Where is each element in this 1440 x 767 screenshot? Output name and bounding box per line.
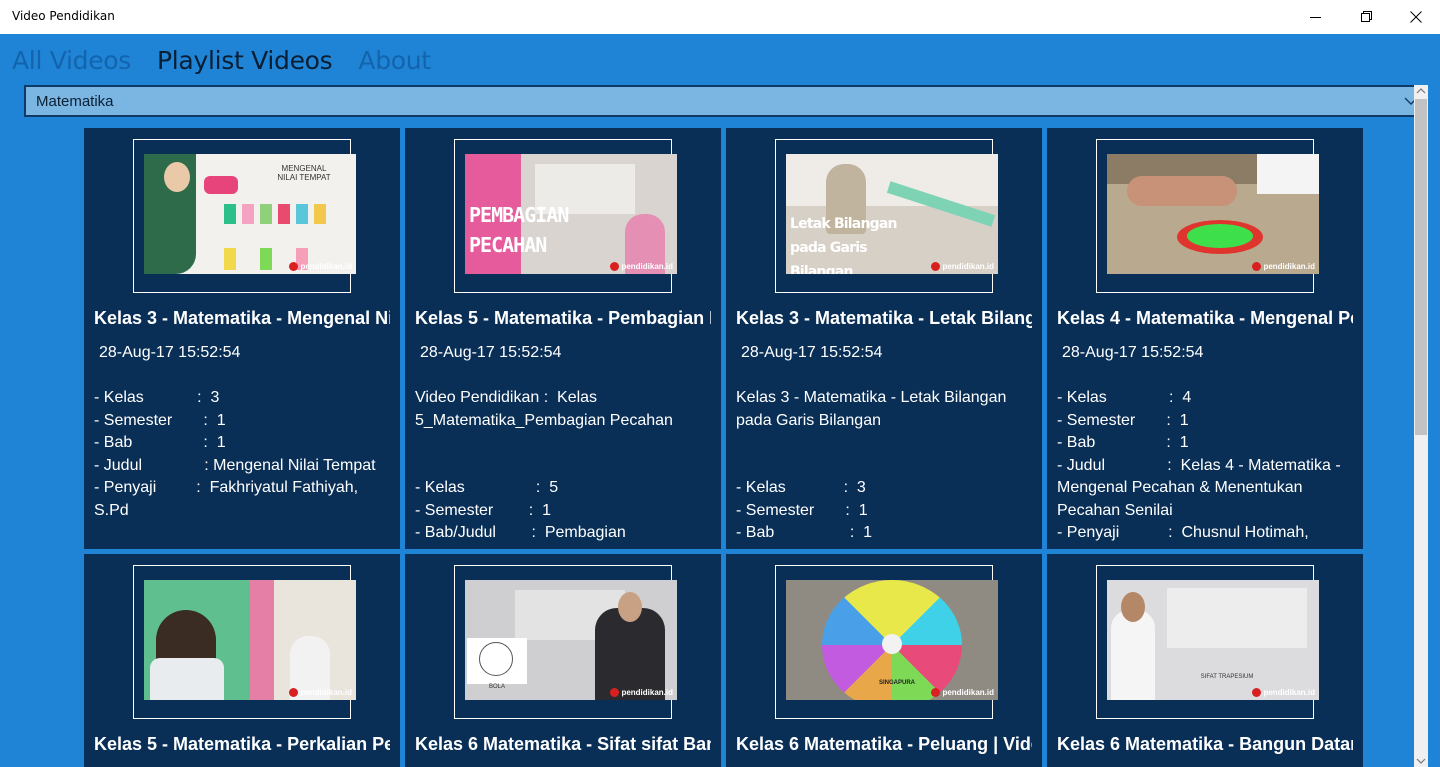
video-card[interactable]: Letak Bilangan pada Garis Bilangan pendi… <box>726 128 1042 549</box>
video-thumbnail: Letak Bilangan pada Garis Bilangan pendi… <box>786 154 998 274</box>
thumbnail-frame: pendidikan.id <box>1096 139 1319 293</box>
logo-icon <box>289 262 299 271</box>
thumbnail-caption: SIFAT TRAPESIUM <box>1200 674 1254 680</box>
video-title: Kelas 6 Matematika - Peluang | Video <box>736 734 1032 754</box>
video-thumbnail: PEMBAGIAN PECAHAN pendidikan.id <box>465 154 677 274</box>
video-card[interactable]: pendidikan.id Kelas 4 - Matematika - Men… <box>1047 128 1363 549</box>
thumbnail-caption: Letak Bilangan pada Garis Bilangan <box>790 216 897 274</box>
thumbnail-frame: MENGENAL NILAI TEMPAT pendidikan.id <box>133 139 356 293</box>
title-bar: Video Pendidikan <box>0 0 1440 34</box>
pendidikan-logo: pendidikan.id <box>610 262 673 271</box>
video-description: Video Pendidikan : Kelas 5_Matematika_Pe… <box>415 389 673 541</box>
video-title: Kelas 3 - Matematika - Mengenal Nilai Te… <box>94 308 390 328</box>
vertical-scrollbar[interactable] <box>1414 85 1428 767</box>
minimize-button[interactable] <box>1292 0 1340 34</box>
tab-about[interactable]: About <box>358 44 431 80</box>
scroll-down-icon[interactable] <box>1415 757 1427 765</box>
video-thumbnail: SINGAPURA pendidikan.id <box>786 580 998 700</box>
pendidikan-logo: pendidikan.id <box>610 688 673 697</box>
thumbnail-frame: SINGAPURA pendidikan.id <box>775 565 998 719</box>
close-button[interactable] <box>1392 0 1440 34</box>
thumbnail-caption: MENGENAL NILAI TEMPAT <box>277 164 331 182</box>
video-title: Kelas 5 - Matematika - Perkalian Pecahan <box>94 734 390 754</box>
video-description: - Kelas : 3 - Semester : 1 - Bab : 1 - J… <box>94 389 376 519</box>
video-date: 28-Aug-17 15:52:54 <box>741 344 883 361</box>
pendidikan-logo: pendidikan.id <box>1252 688 1315 697</box>
tab-playlist-videos[interactable]: Playlist Videos <box>157 44 333 80</box>
video-thumbnail: MENGENAL NILAI TEMPAT pendidikan.id <box>144 154 356 274</box>
logo-icon <box>1252 688 1262 697</box>
video-card[interactable]: PEMBAGIAN PECAHAN pendidikan.id Kelas 5 … <box>405 128 721 549</box>
playlist-dropdown[interactable]: Matematika <box>24 85 1424 117</box>
video-thumbnail: pendidikan.id <box>144 580 356 700</box>
video-thumbnail: pendidikan.id <box>1107 154 1319 274</box>
video-card[interactable]: MENGENAL NILAI TEMPAT pendidikan.id Kela… <box>84 128 400 549</box>
logo-icon <box>931 262 941 271</box>
pendidikan-logo: pendidikan.id <box>931 688 994 697</box>
window-title: Video Pendidikan <box>12 9 115 23</box>
video-description: - Kelas : 4 - Semester : 1 - Bab : 1 - J… <box>1057 389 1341 541</box>
video-title: Kelas 6 Matematika - Bangun Datar <box>1057 734 1353 754</box>
video-card[interactable]: BOLA pendidikan.id Kelas 6 Matematika - … <box>405 554 721 767</box>
thumbnail-frame: BOLA pendidikan.id <box>454 565 677 719</box>
close-icon <box>1410 11 1422 23</box>
pendidikan-logo: pendidikan.id <box>1252 262 1315 271</box>
logo-icon <box>1252 262 1262 271</box>
video-title: Kelas 3 - Matematika - Letak Bilangan pa… <box>736 308 1032 328</box>
scroll-up-icon[interactable] <box>1415 87 1427 95</box>
video-title: Kelas 6 Matematika - Sifat sifat Bangun … <box>415 734 711 754</box>
thumbnail-frame: pendidikan.id <box>133 565 356 719</box>
logo-icon <box>931 688 941 697</box>
video-title: Kelas 5 - Matematika - Pembagian Pecahan <box>415 308 711 328</box>
scrollbar-thumb[interactable] <box>1415 99 1427 435</box>
thumbnail-caption: PEMBAGIAN PECAHAN <box>469 203 569 257</box>
logo-icon <box>289 688 299 697</box>
logo-icon <box>610 262 620 271</box>
pendidikan-logo: pendidikan.id <box>289 688 352 697</box>
video-card[interactable]: SIFAT TRAPESIUM pendidikan.id Kelas 6 Ma… <box>1047 554 1363 767</box>
video-date: 28-Aug-17 15:52:54 <box>99 344 241 361</box>
tab-all-videos[interactable]: All Videos <box>12 44 131 80</box>
thumbnail-caption: SINGAPURA <box>878 680 915 686</box>
restore-button[interactable] <box>1343 0 1391 34</box>
video-description: Kelas 3 - Matematika - Letak Bilangan pa… <box>736 389 1007 541</box>
playlist-dropdown-value: Matematika <box>36 93 114 110</box>
thumbnail-frame: SIFAT TRAPESIUM pendidikan.id <box>1096 565 1319 719</box>
pivot-nav: All Videos Playlist Videos About <box>12 44 431 80</box>
logo-icon <box>610 688 620 697</box>
video-card[interactable]: pendidikan.id Kelas 5 - Matematika - Per… <box>84 554 400 767</box>
thumbnail-frame: Letak Bilangan pada Garis Bilangan pendi… <box>775 139 998 293</box>
video-thumbnail: BOLA pendidikan.id <box>465 580 677 700</box>
video-grid: MENGENAL NILAI TEMPAT pendidikan.id Kela… <box>84 128 1364 767</box>
pendidikan-logo: pendidikan.id <box>931 262 994 271</box>
video-date: 28-Aug-17 15:52:54 <box>1062 344 1204 361</box>
video-thumbnail: SIFAT TRAPESIUM pendidikan.id <box>1107 580 1319 700</box>
video-title: Kelas 4 - Matematika - Mengenal Pecahan <box>1057 308 1353 328</box>
video-card[interactable]: SINGAPURA pendidikan.id Kelas 6 Matemati… <box>726 554 1042 767</box>
thumbnail-frame: PEMBAGIAN PECAHAN pendidikan.id <box>454 139 677 293</box>
minimize-icon <box>1310 17 1321 18</box>
video-date: 28-Aug-17 15:52:54 <box>420 344 562 361</box>
thumbnail-caption: BOLA <box>488 684 505 690</box>
pendidikan-logo: pendidikan.id <box>289 262 352 271</box>
restore-icon <box>1361 11 1372 22</box>
